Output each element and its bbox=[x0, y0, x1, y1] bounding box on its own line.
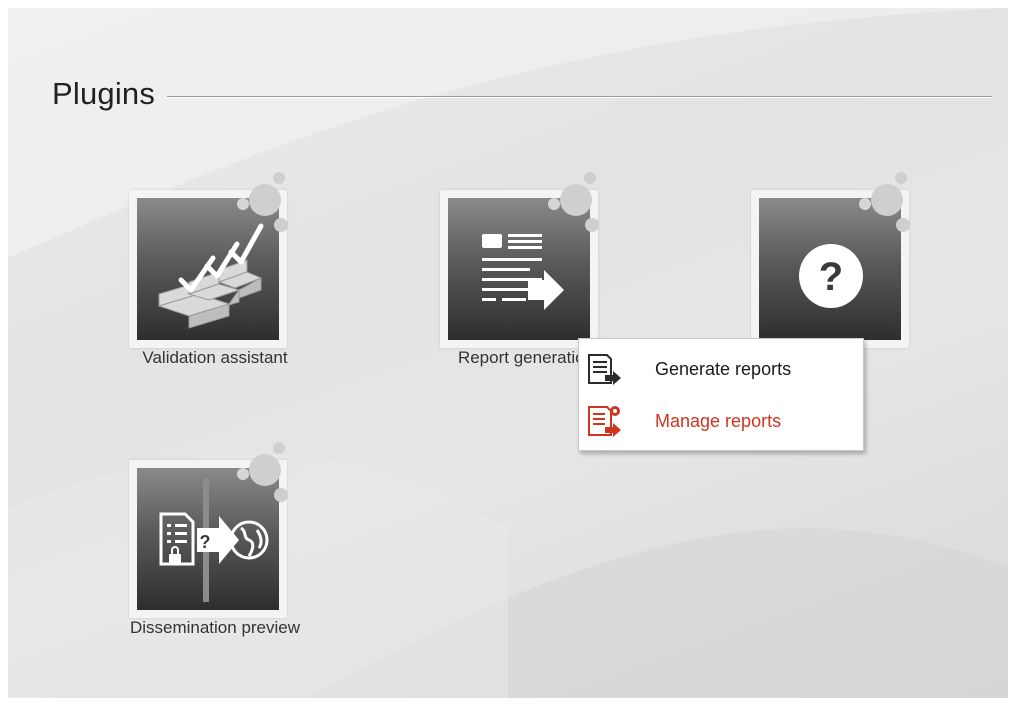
header-divider bbox=[167, 96, 992, 98]
menu-item-label: Generate reports bbox=[655, 358, 792, 379]
plugin-bubbles-icon bbox=[859, 172, 910, 232]
menu-item-generate-reports[interactable]: Generate reports bbox=[579, 349, 863, 389]
context-menu: Generate reports Manage reports bbox=[578, 338, 864, 451]
plugin-frame bbox=[129, 170, 301, 348]
section-header: Plugins bbox=[52, 72, 992, 116]
plugin-bubbles-icon bbox=[548, 172, 599, 232]
menu-item-manage-reports[interactable]: Manage reports bbox=[579, 401, 863, 441]
generate-report-icon bbox=[588, 354, 621, 385]
plugin-frame bbox=[440, 170, 612, 348]
plugin-bubbles-icon bbox=[237, 442, 288, 502]
plugin-bubbles-icon bbox=[237, 172, 288, 232]
plugin-tile-unknown[interactable]: ? bbox=[717, 170, 957, 348]
page-title: Plugins bbox=[52, 76, 156, 111]
menu-item-label: Manage reports bbox=[655, 410, 782, 431]
plugin-tile-dissemination-preview[interactable]: ? Dissemination preview bbox=[95, 440, 335, 638]
svg-text:?: ? bbox=[819, 255, 843, 299]
plugin-frame: ? bbox=[751, 170, 923, 348]
plugin-tile-validation-assistant[interactable]: Validation assistant bbox=[95, 170, 335, 368]
plugin-label: Dissemination preview bbox=[129, 618, 301, 637]
plugin-frame: ? bbox=[129, 440, 301, 618]
svg-text:?: ? bbox=[200, 532, 211, 552]
manage-report-icon bbox=[588, 406, 621, 437]
plugin-label: Validation assistant bbox=[142, 348, 288, 367]
